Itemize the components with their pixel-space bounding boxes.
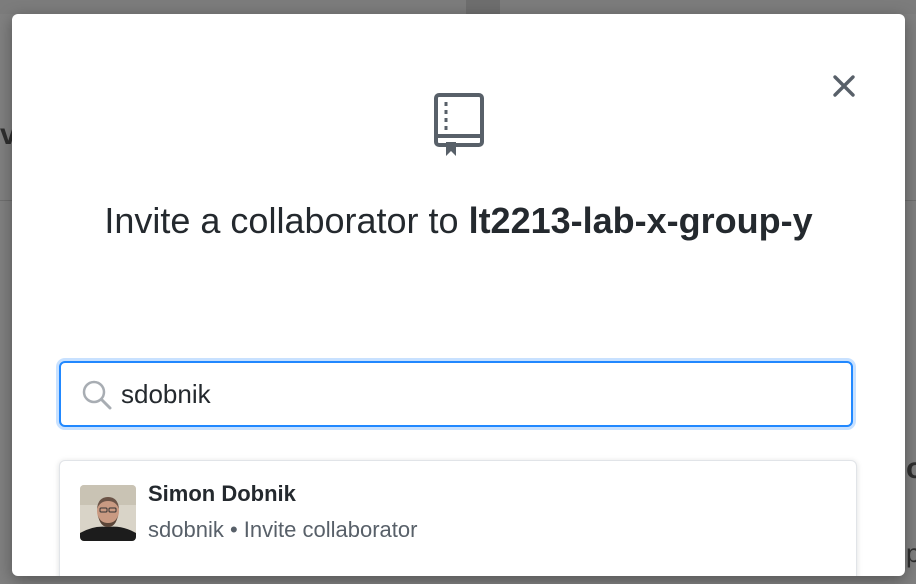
close-icon: [833, 75, 855, 97]
background-tab: [466, 0, 500, 14]
result-username: sdobnik: [148, 517, 224, 542]
search-input[interactable]: [121, 373, 821, 415]
invite-collaborator-dialog: Invite a collaborator to lt2213-lab-x-gr…: [12, 14, 905, 576]
result-action-label: Invite collaborator: [243, 517, 418, 542]
repo-book-icon: [434, 93, 484, 156]
result-separator: •: [229, 517, 238, 542]
dialog-title-prefix: Invite a collaborator to: [104, 200, 469, 241]
background-header: [0, 0, 916, 14]
background-text-right: o: [906, 452, 916, 485]
avatar: [80, 485, 136, 541]
background-text-right-2: p: [906, 538, 916, 568]
dialog-title: Invite a collaborator to lt2213-lab-x-gr…: [72, 192, 845, 250]
close-button[interactable]: [826, 68, 862, 104]
collaborator-search-field[interactable]: [59, 361, 853, 427]
repo-name: lt2213-lab-x-group-y: [468, 200, 813, 241]
result-subtitle: sdobnik • Invite collaborator: [148, 517, 417, 543]
result-item[interactable]: Simon Dobnik sdobnik • Invite collaborat…: [60, 461, 856, 561]
search-results-dropdown: Simon Dobnik sdobnik • Invite collaborat…: [59, 460, 857, 576]
result-name: Simon Dobnik: [148, 481, 296, 506]
search-icon: [82, 380, 112, 410]
